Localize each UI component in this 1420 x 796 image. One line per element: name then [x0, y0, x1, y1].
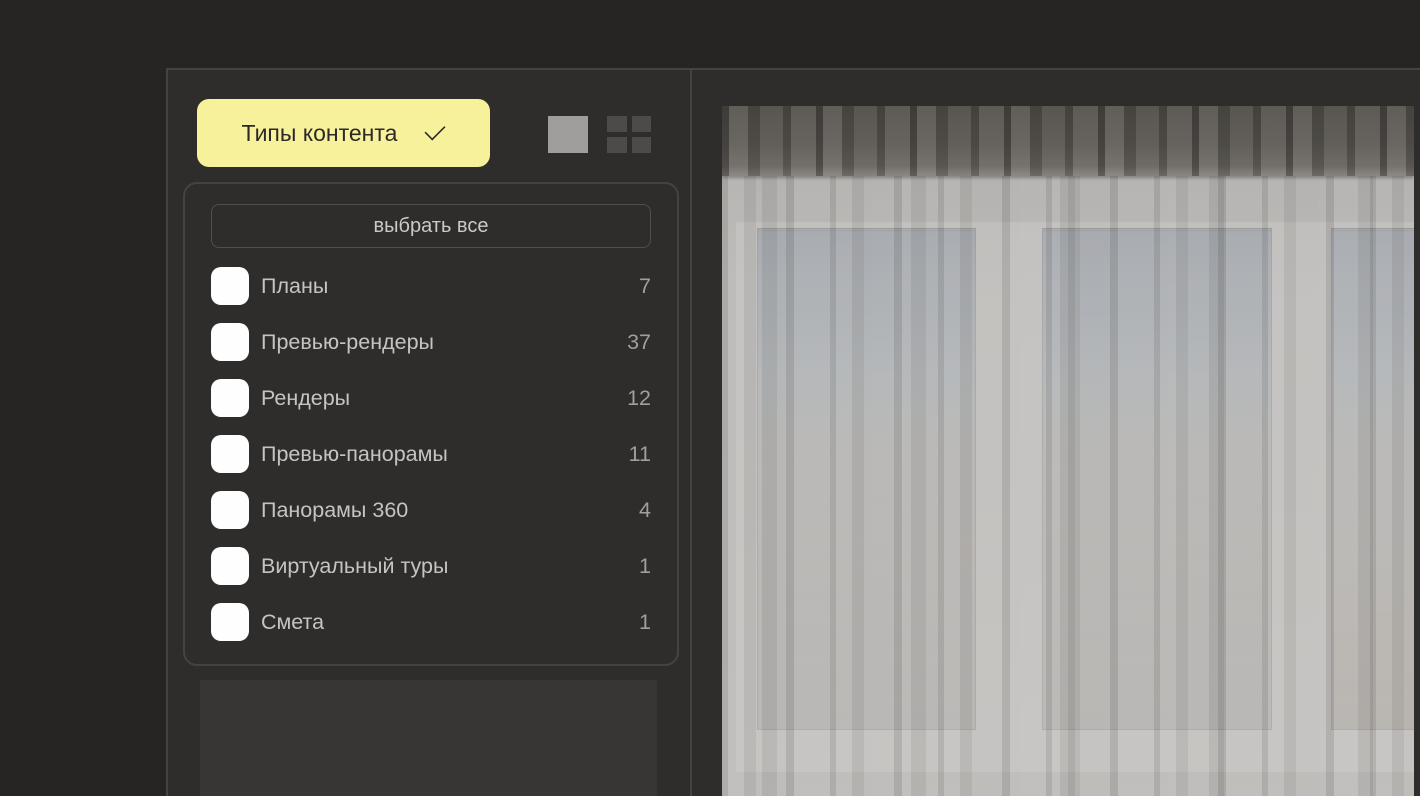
filter-count: 4 — [639, 498, 651, 523]
chevron-down-icon — [423, 127, 445, 139]
checkbox-unchecked[interactable] — [211, 435, 249, 473]
filter-row[interactable]: Превью-рендеры 37 — [211, 314, 651, 370]
filter-label: Превью-рендеры — [261, 330, 627, 355]
filter-row[interactable]: Смета 1 — [211, 594, 651, 650]
filter-count: 11 — [629, 442, 651, 467]
filter-count: 1 — [639, 554, 651, 579]
filter-list: Планы 7 Превью-рендеры 37 Рендеры 12 Пре… — [211, 258, 651, 650]
filter-count: 7 — [639, 274, 651, 299]
sidebar-divider — [690, 68, 692, 796]
content-card[interactable] — [200, 680, 657, 796]
content-types-dropdown-label: Типы контента — [242, 120, 398, 147]
checkbox-unchecked[interactable] — [211, 491, 249, 529]
filter-label: Превью-панорамы — [261, 442, 629, 467]
filter-label: Планы — [261, 274, 639, 299]
grid-view-toggle-icon[interactable] — [607, 116, 651, 153]
filter-count: 12 — [627, 386, 651, 411]
content-type-filter-panel: выбрать все Планы 7 Превью-рендеры 37 Ре… — [183, 182, 679, 666]
checkbox-unchecked[interactable] — [211, 379, 249, 417]
filter-row[interactable]: Панорамы 360 4 — [211, 482, 651, 538]
filter-label: Панорамы 360 — [261, 498, 639, 523]
filter-label: Смета — [261, 610, 639, 635]
preview-image[interactable] — [722, 106, 1414, 796]
checkbox-unchecked[interactable] — [211, 267, 249, 305]
filter-label: Рендеры — [261, 386, 627, 411]
curtain-pleat-header — [722, 106, 1414, 176]
filter-row[interactable]: Планы 7 — [211, 258, 651, 314]
checkbox-unchecked[interactable] — [211, 547, 249, 585]
curtain-folds — [722, 106, 1414, 796]
filter-row[interactable]: Превью-панорамы 11 — [211, 426, 651, 482]
content-types-dropdown[interactable]: Типы контента — [197, 99, 490, 167]
single-view-toggle-icon[interactable] — [548, 116, 588, 153]
filter-row[interactable]: Рендеры 12 — [211, 370, 651, 426]
app-window: Типы контента выбрать все Планы 7 Превью… — [0, 0, 1420, 796]
filter-label: Виртуальный туры — [261, 554, 639, 579]
checkbox-unchecked[interactable] — [211, 323, 249, 361]
filter-count: 1 — [639, 610, 651, 635]
filter-row[interactable]: Виртуальный туры 1 — [211, 538, 651, 594]
checkbox-unchecked[interactable] — [211, 603, 249, 641]
select-all-button[interactable]: выбрать все — [211, 204, 651, 248]
filter-count: 37 — [627, 330, 651, 355]
